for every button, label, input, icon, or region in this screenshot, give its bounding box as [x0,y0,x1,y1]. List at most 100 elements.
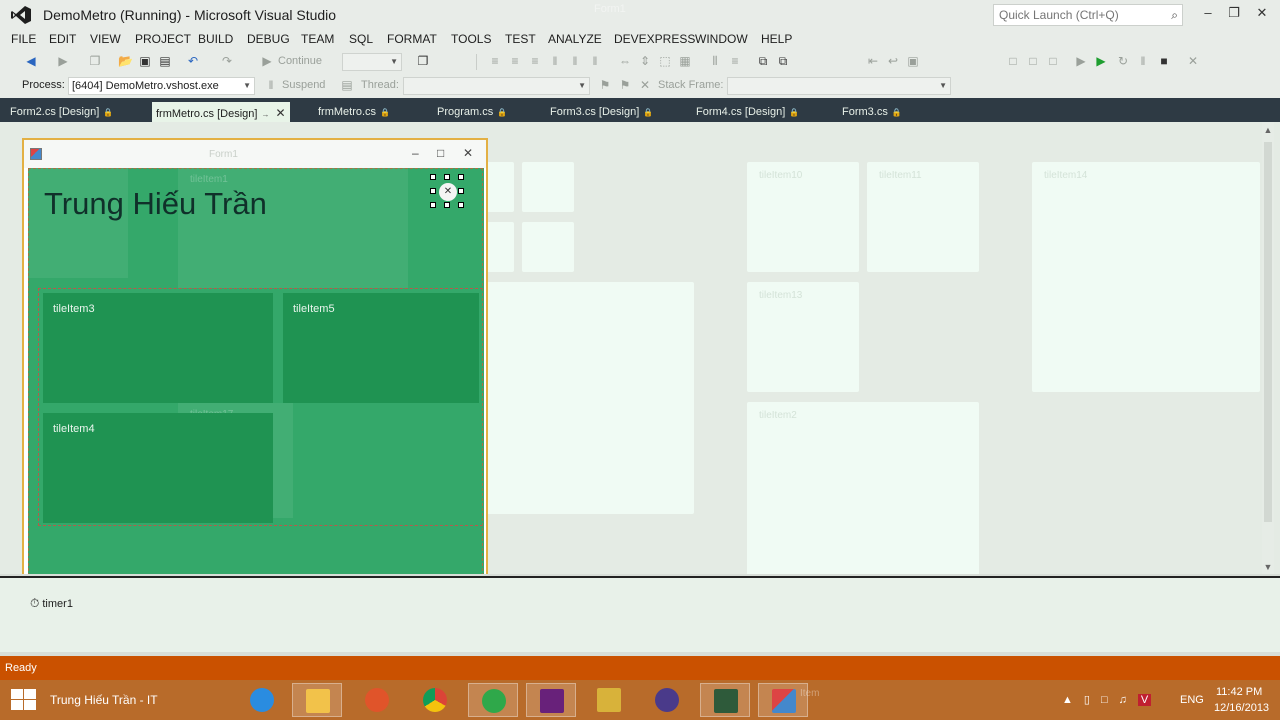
attach-icon[interactable]: ❐ [416,54,430,68]
windows-start-icon[interactable] [11,689,37,711]
form1-window[interactable]: Form1 – □ ✕ tileItem1 tileItem17 Trung H… [22,138,488,574]
tab-program[interactable]: Program.cs 🔒 [437,102,507,122]
tab-form2-design[interactable]: Form2.cs [Design] 🔒 [10,102,113,122]
redo-icon[interactable]: ↷ [220,54,234,68]
comment-icon[interactable]: □ [1006,54,1020,68]
menu-format[interactable]: FORMAT [387,32,437,46]
restart-icon[interactable]: ↻ [1116,54,1130,68]
quick-launch-input[interactable] [994,5,1154,25]
pin-icon[interactable]: 🔒 [497,108,507,117]
menu-project[interactable]: PROJECT [135,32,191,46]
continue-icon[interactable]: ▶ [260,54,274,68]
menu-file[interactable]: FILE [11,32,36,46]
thread-combo[interactable]: ▼ [403,77,590,95]
bring-to-front-icon[interactable]: ⧉ [776,54,790,68]
align-middle-icon[interactable]: ‖ [568,54,582,68]
align-top-icon[interactable]: ‖ [548,54,562,68]
breakpoint-icon[interactable]: ▣ [906,54,920,68]
pin-icon[interactable]: → [261,110,269,119]
scroll-thumb[interactable] [1264,142,1272,522]
system-tray-icons[interactable]: ▲ ▯ □ ♫ V [1062,693,1152,706]
suspend-label[interactable]: Suspend [282,79,325,91]
tab-order-icon[interactable]: ⧉ [756,54,770,68]
forward-icon[interactable]: ▶ [56,54,70,68]
stack-frame-combo[interactable]: ▼ [727,77,951,95]
form-minimize-icon[interactable]: – [412,146,419,160]
size-to-grid-icon[interactable]: ▦ [678,54,692,68]
start-icon[interactable]: ▶ [1074,54,1088,68]
flag-icon[interactable]: ⚑ [598,78,612,92]
tab-form3-design[interactable]: Form3.cs [Design] 🔒 [550,102,653,122]
break-all-icon[interactable]: ‖ [1136,54,1150,68]
clock-date[interactable]: 12/16/2013 [1214,702,1269,714]
menu-help[interactable]: HELP [761,32,792,46]
designer-surface[interactable]: tileItem10 tileItem11 tileItem14 tileIte… [0,122,1280,574]
app-icon[interactable] [700,683,750,717]
close-window-button[interactable]: ✕ [1250,5,1274,23]
menu-build[interactable]: BUILD [198,32,233,46]
uncomment-icon[interactable]: □ [1026,54,1040,68]
solution-config-combo[interactable]: ▼ [342,53,402,71]
save-icon[interactable]: ▣ [138,54,152,68]
align-bottom-icon[interactable]: ‖ [588,54,602,68]
step-back-icon[interactable]: ⇤ [866,54,880,68]
suspend-icon[interactable]: ‖ [264,78,278,92]
menu-tools[interactable]: TOOLS [451,32,491,46]
menu-analyze[interactable]: ANALYZE [548,32,602,46]
horizontal-spacing-icon[interactable]: ⦀ [708,54,722,68]
bookmark-icon[interactable]: □ [1046,54,1060,68]
tab-frmmetro-design[interactable]: frmMetro.cs [Design] → ✕ [152,102,290,122]
back-icon[interactable]: ◀ [24,54,38,68]
continue-label[interactable]: Continue [278,55,322,67]
process-combo[interactable]: [6404] DemoMetro.vshost.exe ▼ [68,77,255,95]
timer-component[interactable]: ⏱ timer1 [30,596,73,611]
eclipse-icon[interactable] [642,683,692,717]
language-indicator[interactable]: ENG [1180,694,1204,706]
form-close-icon[interactable]: ✕ [463,146,473,160]
thread-icon[interactable]: ▤ [340,78,354,92]
pin-icon[interactable]: 🔒 [892,108,902,117]
coreldraw-icon[interactable] [468,683,518,717]
pin-icon[interactable]: 🔒 [789,108,799,117]
visual-studio-icon[interactable] [526,683,576,717]
new-project-icon[interactable]: ❐ [88,54,102,68]
align-right-icon[interactable]: ≡ [528,54,542,68]
stack-frame-icon[interactable]: ✕ [638,78,652,92]
menu-edit[interactable]: EDIT [49,32,76,46]
continue-run-icon[interactable]: ▶ [1094,54,1108,68]
same-height-icon[interactable]: ⇕ [638,54,652,68]
undo-icon[interactable]: ↶ [186,54,200,68]
menu-sql[interactable]: SQL [349,32,373,46]
tab-form4-design[interactable]: Form4.cs [Design] 🔒 [696,102,799,122]
detach-icon[interactable]: ✕ [1186,54,1200,68]
tab-frmmetro-code[interactable]: frmMetro.cs 🔒 [318,102,390,122]
search-icon[interactable]: ⌕ [1171,8,1178,23]
tile-control[interactable]: tileItem1 tileItem17 Trung Hiếu Trần ✕ t… [28,168,484,574]
step-icon[interactable]: ↩ [886,54,900,68]
restore-window-button[interactable]: ❐ [1222,5,1246,23]
pin-icon[interactable]: 🔒 [380,108,390,117]
menu-team[interactable]: TEAM [301,32,334,46]
open-icon[interactable]: 📂 [118,54,133,68]
pin-icon[interactable]: 🔒 [643,108,653,117]
vertical-scrollbar[interactable]: ▲ ▼ [1262,122,1274,574]
align-center-icon[interactable]: ≡ [508,54,522,68]
vertical-spacing-icon[interactable]: ≡ [728,54,742,68]
same-width-icon[interactable]: ⇔ [618,54,632,68]
close-tab-icon[interactable]: ✕ [275,106,285,120]
file-explorer-icon[interactable] [292,683,342,717]
scroll-up-icon[interactable]: ▲ [1262,125,1274,135]
scroll-down-icon[interactable]: ▼ [1262,562,1274,572]
menu-debug[interactable]: DEBUG [247,32,290,46]
firefox-icon[interactable] [352,683,402,717]
same-size-icon[interactable]: ⬚ [658,54,672,68]
tools-icon[interactable] [584,683,634,717]
menu-view[interactable]: VIEW [90,32,121,46]
save-all-icon[interactable]: ▤ [158,54,172,68]
pin-icon[interactable]: 🔒 [103,108,113,117]
quick-launch-box[interactable]: ⌕ [993,4,1183,26]
tab-form3-code[interactable]: Form3.cs 🔒 [842,102,902,122]
minimize-window-button[interactable]: – [1196,5,1220,23]
menu-test[interactable]: TEST [505,32,536,46]
internet-explorer-icon[interactable] [237,683,287,717]
